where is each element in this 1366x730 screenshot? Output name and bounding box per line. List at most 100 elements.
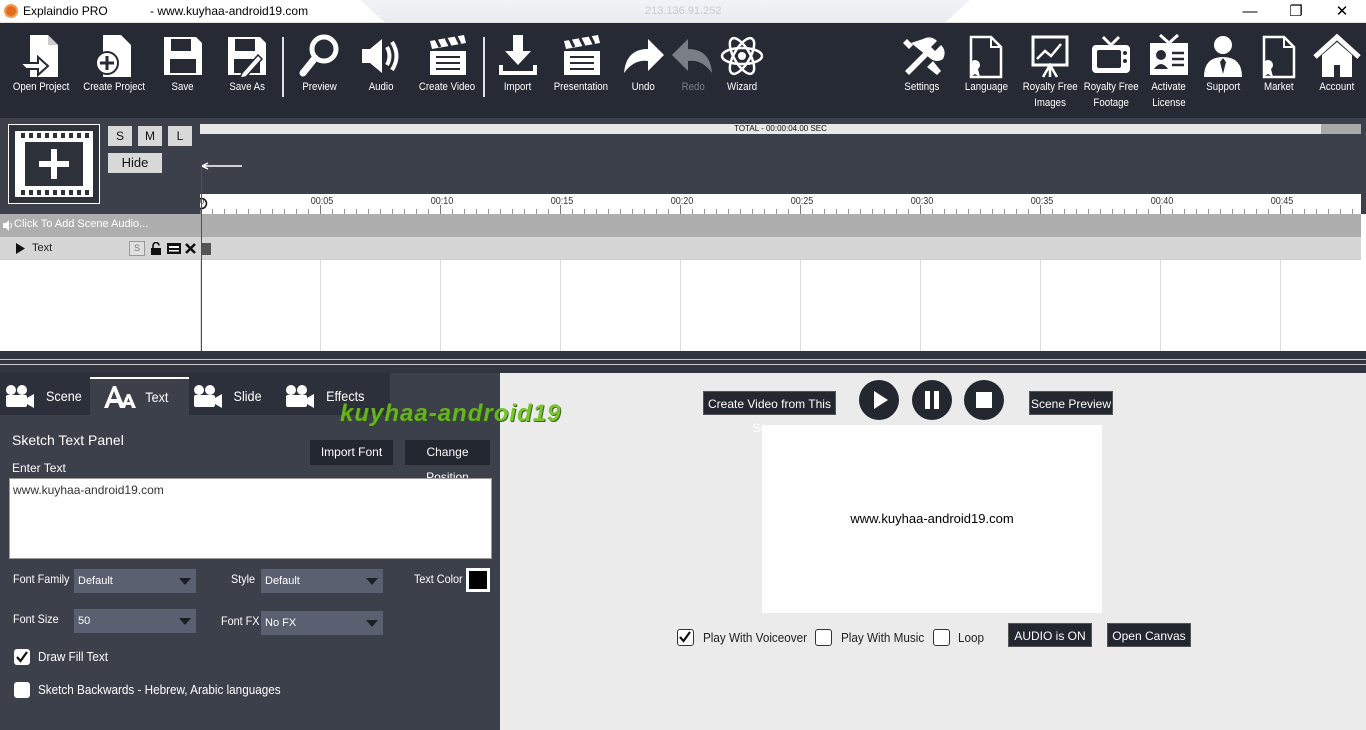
stop-button[interactable] — [964, 380, 1004, 420]
playhead-line[interactable] — [201, 164, 202, 351]
font-family-select[interactable]: Default — [74, 569, 196, 593]
text-track-row[interactable]: Text S — [0, 237, 1361, 260]
play-music-checkbox[interactable] — [815, 629, 832, 646]
save-button[interactable]: Save — [158, 33, 208, 95]
font-family-value: Default — [78, 575, 113, 587]
unlock-icon[interactable] — [150, 242, 162, 255]
royalty-images-button[interactable]: Royalty Free Images — [1022, 33, 1078, 111]
chevron-down-icon — [366, 578, 378, 585]
redo-button[interactable]: Redo — [668, 33, 718, 95]
wizard-button[interactable]: Wizard — [717, 33, 767, 95]
draw-fill-checkbox[interactable] — [14, 649, 30, 665]
language-button[interactable]: Language — [961, 33, 1011, 95]
account-label: Account — [1319, 81, 1355, 93]
play-icon — [874, 391, 888, 409]
audio-button[interactable]: Audio — [356, 33, 406, 95]
activate-license-button[interactable]: Activate License — [1144, 33, 1194, 111]
hide-button[interactable]: Hide — [108, 153, 162, 173]
royalty-images-label-2: Images — [1034, 97, 1066, 109]
create-video-button[interactable]: Create Video — [418, 33, 476, 95]
audio-track-row[interactable]: Click To Add Scene Audio... — [0, 214, 1361, 237]
magnifier-icon — [299, 34, 339, 77]
maximize-button[interactable]: ❐ — [1273, 0, 1319, 22]
size-large-button[interactable]: L — [168, 126, 192, 146]
audio-track-label: Click To Add Scene Audio... — [14, 218, 149, 230]
undo-button[interactable]: Undo — [618, 33, 668, 95]
play-triangle-icon[interactable] — [16, 243, 25, 254]
panel-divider[interactable] — [0, 351, 1366, 373]
account-button[interactable]: Account — [1312, 33, 1362, 95]
solo-toggle[interactable]: S — [129, 241, 145, 256]
track-area: Click To Add Scene Audio... Text S — [0, 214, 1366, 351]
audio-toggle-button[interactable]: AUDIO is ON — [1008, 623, 1092, 647]
camera-icon — [6, 385, 34, 408]
preview-canvas[interactable]: www.kuyhaa-android19.com — [762, 425, 1102, 613]
canvas-text: www.kuyhaa-android19.com — [850, 511, 1014, 526]
import-button[interactable]: Import — [493, 33, 543, 95]
ruler-label: 00:25 — [790, 196, 814, 207]
style-select[interactable]: Default — [261, 569, 383, 593]
save-label: Save — [171, 81, 195, 93]
size-small-button[interactable]: S — [108, 126, 132, 146]
settings-label: Settings — [904, 81, 940, 93]
title-url: - www.kuyhaa-android19.com — [150, 4, 309, 18]
close-button[interactable]: ✕ — [1319, 0, 1365, 22]
tab-slide[interactable]: Slide — [190, 377, 280, 415]
scene-preview-button[interactable]: Scene Preview — [1029, 391, 1113, 415]
change-position-button[interactable]: Change Position — [405, 440, 490, 484]
pause-icon — [925, 391, 939, 409]
audio-label: Audio — [368, 81, 394, 93]
ruler-label: 00:10 — [430, 196, 454, 207]
text-color-swatch[interactable] — [466, 568, 490, 592]
presentation-button[interactable]: Presentation — [552, 33, 610, 95]
pause-button[interactable] — [912, 380, 952, 420]
support-button[interactable]: Support — [1198, 33, 1248, 95]
add-scene-button[interactable] — [8, 124, 100, 204]
speaker-icon — [362, 39, 399, 73]
sketch-backwards-checkbox[interactable] — [14, 682, 30, 698]
create-project-button[interactable]: Create Project — [83, 33, 145, 95]
layer-icon[interactable] — [167, 243, 181, 254]
play-button[interactable] — [859, 380, 899, 420]
open-canvas-button[interactable]: Open Canvas — [1107, 623, 1191, 647]
tab-text[interactable]: Text — [90, 377, 189, 415]
delete-x-icon[interactable] — [185, 243, 196, 254]
tab-slide-label: Slide — [233, 388, 262, 404]
license-card-icon — [1150, 33, 1188, 75]
stop-icon — [976, 392, 992, 408]
title-bar: Explaindio PRO - www.kuyhaa-android19.co… — [0, 0, 1366, 23]
total-duration-bar: TOTAL - 00:00:04.00 SEC — [200, 124, 1361, 134]
enter-text-label: Enter Text — [12, 461, 66, 475]
clapperboard-icon — [430, 35, 466, 75]
size-medium-button[interactable]: M — [138, 126, 162, 146]
create-video-label: Create Video — [418, 81, 476, 93]
chevron-down-icon — [179, 618, 191, 625]
main-toolbar: Open Project Create Project Save Save As… — [0, 23, 1366, 118]
minimize-button[interactable]: — — [1227, 0, 1273, 22]
save-as-button[interactable]: Save As — [222, 33, 272, 95]
royalty-footage-button[interactable]: Royalty Free Footage — [1083, 33, 1139, 111]
text-clip-block[interactable] — [201, 243, 211, 255]
ruler-label: 00:05 — [310, 196, 334, 207]
open-project-button[interactable]: Open Project — [13, 33, 69, 95]
play-voiceover-checkbox[interactable] — [677, 629, 694, 646]
create-video-scene-button[interactable]: Create Video from This Scene — [703, 391, 836, 435]
preview-button[interactable]: Preview — [295, 33, 345, 95]
activate-license-label-2: License — [1152, 97, 1186, 109]
divider-line — [0, 359, 1366, 360]
duration-bar-end — [1321, 124, 1361, 134]
market-button[interactable]: Market — [1254, 33, 1304, 95]
tab-scene[interactable]: Scene — [0, 377, 88, 415]
import-font-button[interactable]: Import Font — [310, 440, 393, 465]
font-size-select[interactable]: 50 — [74, 609, 196, 633]
loop-checkbox[interactable] — [933, 629, 950, 646]
camera-icon — [194, 385, 222, 408]
settings-button[interactable]: Settings — [897, 33, 947, 95]
market-label: Market — [1264, 81, 1294, 93]
text-input[interactable]: www.kuyhaa-android19.com — [9, 478, 492, 559]
activate-license-label-1: Activate — [1151, 81, 1187, 93]
font-fx-select[interactable]: No FX — [261, 611, 383, 635]
tv-icon — [1092, 35, 1130, 73]
time-ruler[interactable]: 0 00:05 00:10 00:15 00:20 00:25 00:30 00… — [200, 194, 1361, 214]
color-fill — [469, 571, 487, 589]
